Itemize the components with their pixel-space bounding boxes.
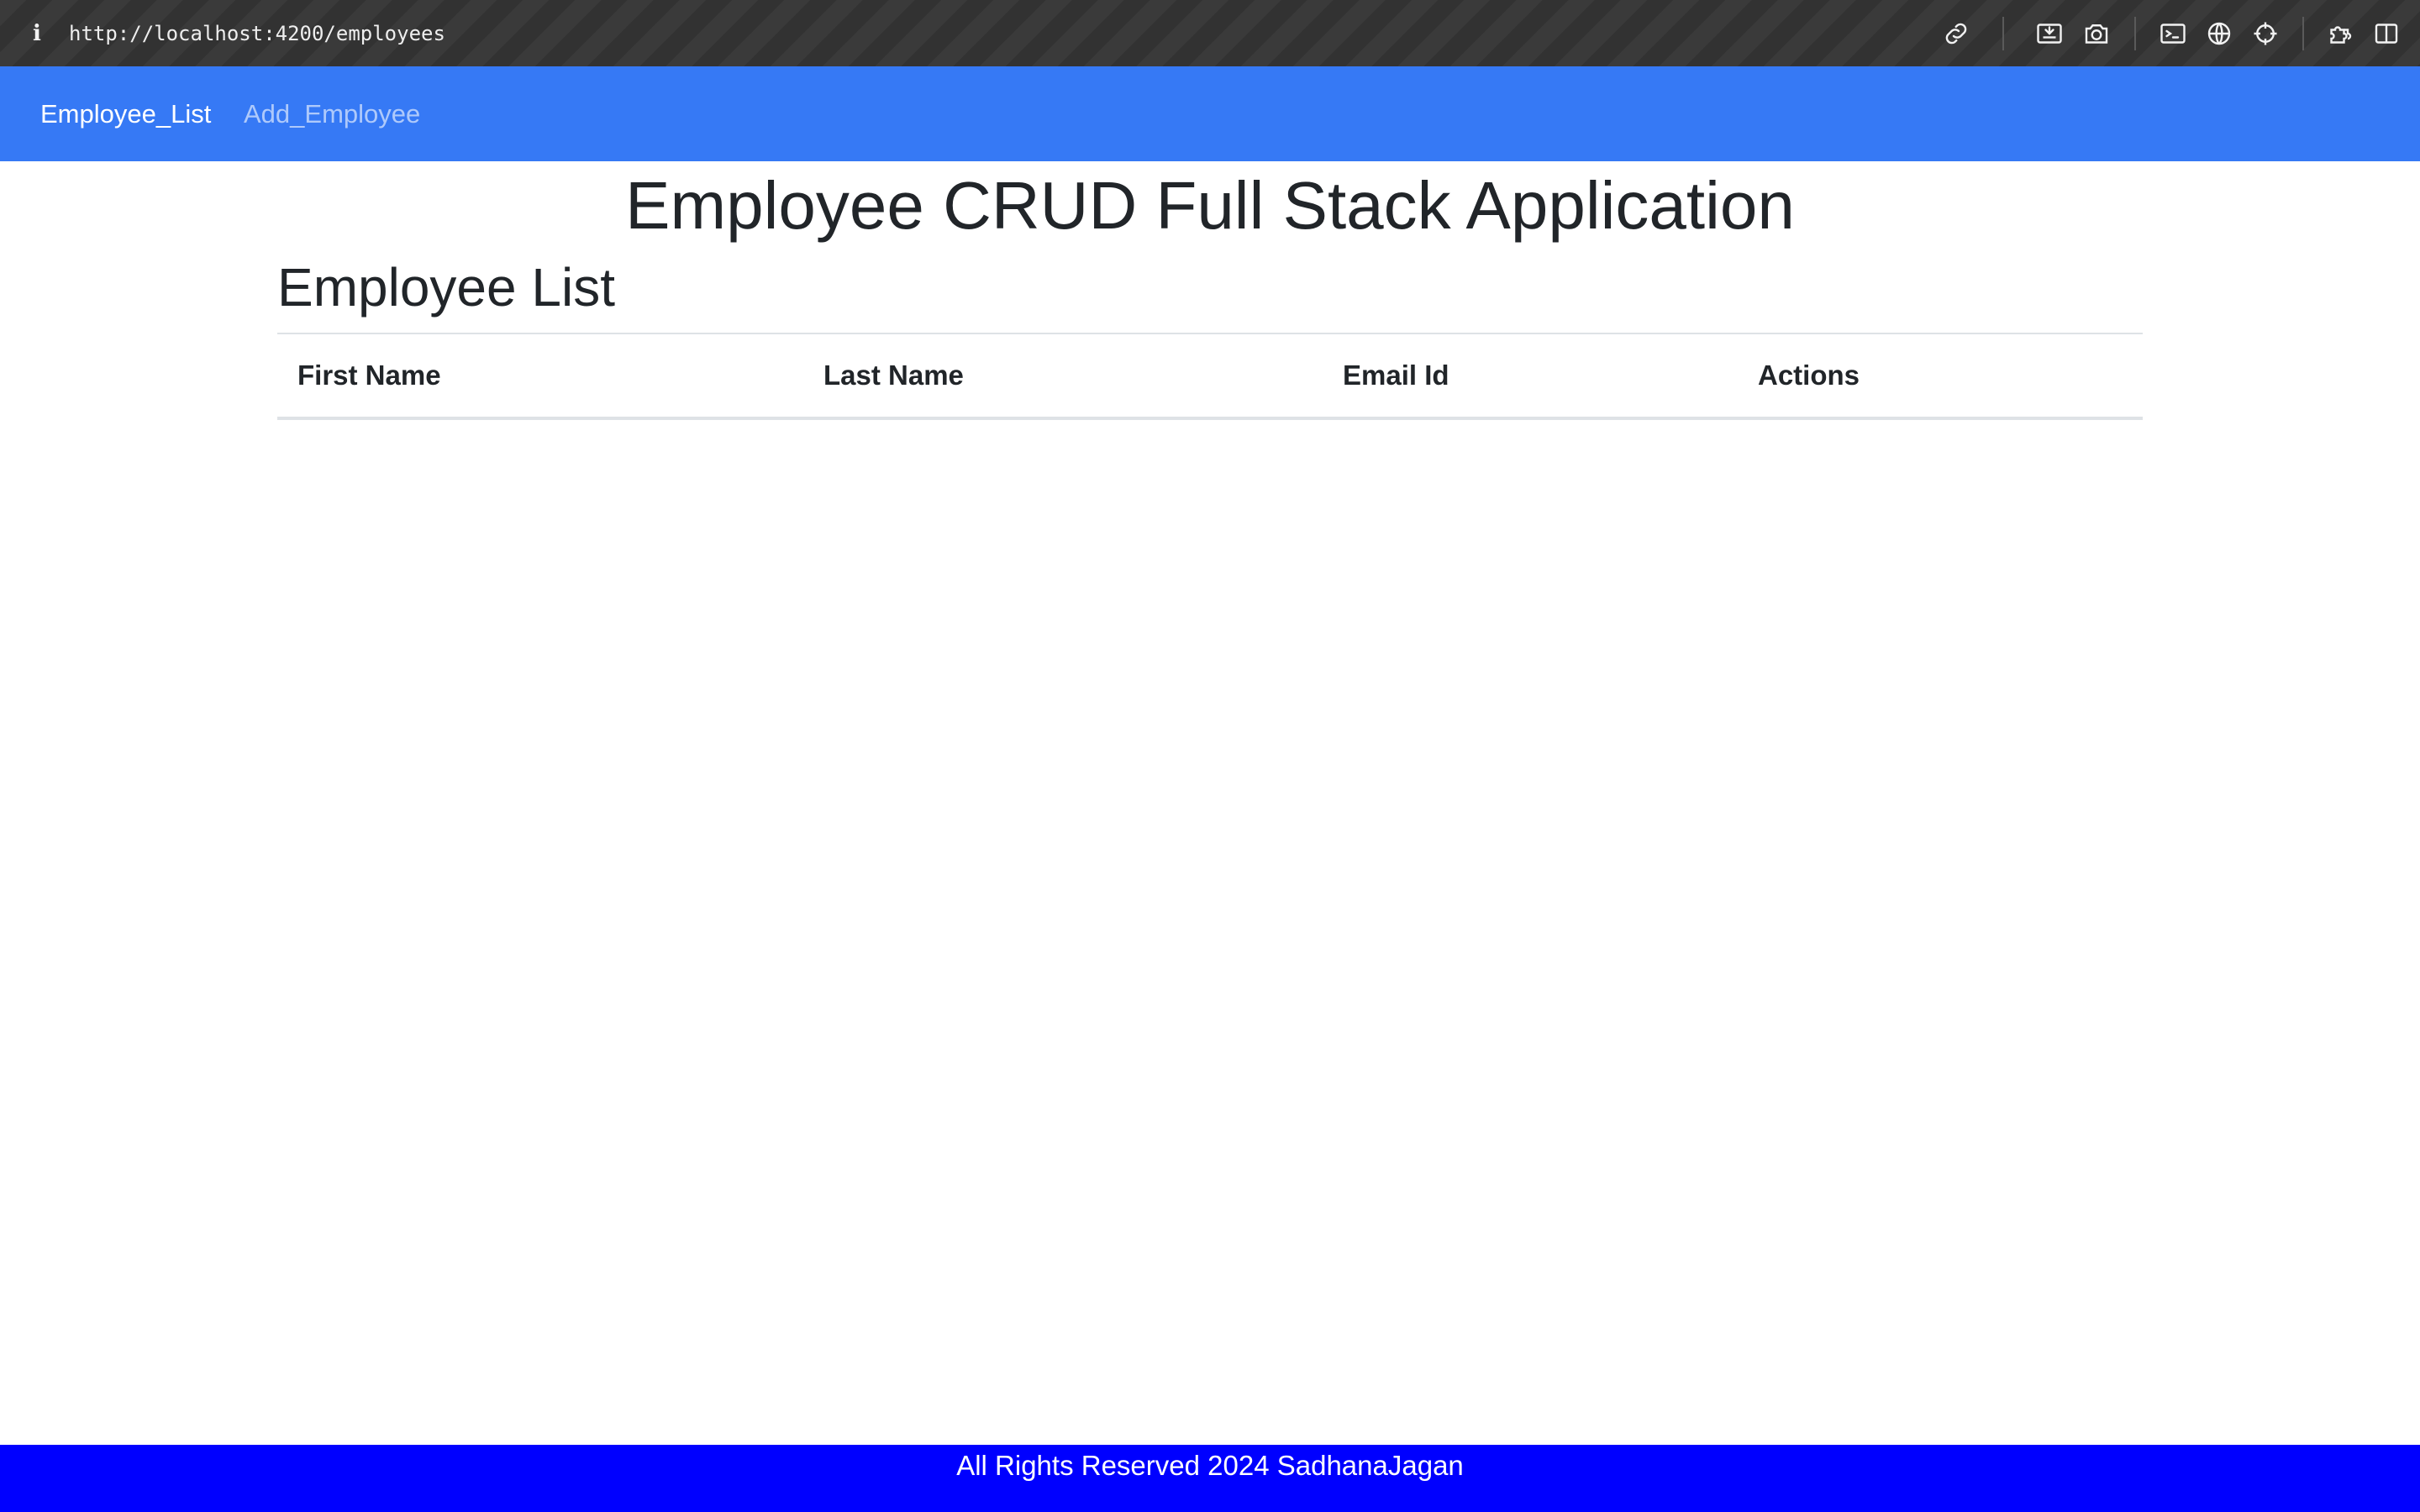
address-bar-url[interactable]: http://localhost:4200/employees bbox=[69, 17, 445, 50]
sidebar-icon[interactable] bbox=[2371, 18, 2402, 49]
toolbar-divider bbox=[2134, 17, 2136, 50]
globe-icon[interactable] bbox=[2204, 18, 2234, 49]
page: i http://localhost:4200/employees Employ… bbox=[0, 0, 2420, 1512]
employee-table: First Name Last Name Email Id Actions bbox=[277, 333, 2143, 420]
column-header-first-name: First Name bbox=[277, 333, 803, 420]
table-header: First Name Last Name Email Id Actions bbox=[277, 333, 2143, 420]
link-icon[interactable] bbox=[1941, 18, 1971, 49]
section-title: Employee List bbox=[277, 257, 615, 318]
column-header-email-id: Email Id bbox=[1323, 333, 1738, 420]
nav-link-employee-list[interactable]: Employee_List bbox=[40, 66, 211, 161]
employee-table-container: First Name Last Name Email Id Actions bbox=[277, 333, 2143, 420]
camera-icon[interactable] bbox=[2081, 18, 2112, 49]
extensions-icon[interactable] bbox=[2325, 18, 2355, 49]
column-header-actions: Actions bbox=[1738, 333, 2143, 420]
toolbar-divider bbox=[2002, 17, 2004, 50]
footer: All Rights Reserved 2024 SadhanaJagan bbox=[0, 1445, 2420, 1512]
toolbar-divider bbox=[2302, 17, 2304, 50]
screencast-icon[interactable] bbox=[2034, 18, 2065, 49]
app-navbar: Employee_List Add_Employee bbox=[0, 66, 2420, 161]
browser-toolbar: i http://localhost:4200/employees bbox=[0, 0, 2420, 66]
column-header-last-name: Last Name bbox=[803, 333, 1323, 420]
terminal-icon[interactable] bbox=[2158, 18, 2188, 49]
table-header-row: First Name Last Name Email Id Actions bbox=[277, 333, 2143, 420]
nav-link-add-employee[interactable]: Add_Employee bbox=[244, 66, 420, 161]
info-icon[interactable]: i bbox=[27, 17, 47, 50]
page-title: Employee CRUD Full Stack Application bbox=[625, 168, 1795, 243]
footer-copyright: All Rights Reserved 2024 SadhanaJagan bbox=[956, 1450, 1464, 1481]
crosshair-icon[interactable] bbox=[2250, 18, 2281, 49]
